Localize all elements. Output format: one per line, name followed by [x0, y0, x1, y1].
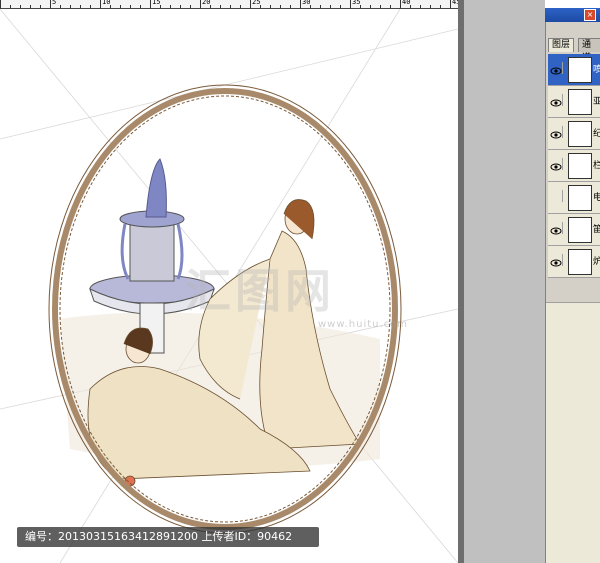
ruler-tick — [20, 5, 21, 8]
ruler-tick — [140, 5, 141, 8]
layer-name: 喷 — [593, 65, 600, 75]
panel-tabs: 图层 通道 — [546, 38, 600, 63]
ruler-number: 35 — [352, 0, 361, 6]
eye-icon[interactable] — [550, 126, 563, 139]
ruler-tick — [380, 5, 381, 8]
ruler-tick — [40, 5, 41, 8]
ruler-tick — [170, 5, 171, 8]
ruler-tick — [100, 0, 101, 8]
ruler-tick — [300, 0, 301, 8]
layer-row[interactable]: 纪 — [548, 118, 600, 150]
ruler-tick — [60, 5, 61, 8]
ruler-number: 15 — [152, 0, 161, 6]
eye-icon[interactable] — [550, 94, 563, 107]
layer-row[interactable]: 亚 — [548, 86, 600, 118]
ruler-tick — [400, 0, 401, 8]
layer-thumbnail — [568, 57, 592, 83]
ruler-tick — [30, 5, 31, 8]
ruler-tick — [240, 5, 241, 8]
ruler-tick — [270, 5, 271, 8]
eye-icon[interactable] — [550, 254, 563, 267]
layer-name: 炉 — [593, 257, 600, 267]
ruler-tick — [150, 0, 151, 8]
eye-icon[interactable] — [550, 158, 563, 171]
ruler-tick — [130, 5, 131, 8]
ruler-tick — [450, 0, 451, 8]
ruler-tick — [10, 5, 11, 8]
layer-row[interactable]: 喷 — [548, 54, 600, 86]
ruler-tick — [220, 5, 221, 8]
ruler-number: 25 — [252, 0, 261, 6]
ruler-tick — [70, 5, 71, 8]
layer-thumbnail — [568, 249, 592, 275]
layer-list-empty-area — [546, 302, 600, 563]
ruler-number: 20 — [202, 0, 211, 6]
layer-row[interactable]: 笛 — [548, 214, 600, 246]
ruler-tick — [330, 5, 331, 8]
ruler-tick — [200, 0, 201, 8]
ruler-tick — [440, 5, 441, 8]
layer-thumbnail — [568, 121, 592, 147]
ruler-tick — [80, 5, 81, 8]
tab-channels[interactable]: 通道 — [578, 38, 600, 63]
layer-name: 亚 — [593, 97, 600, 107]
document-canvas[interactable]: 汇图网 www.huitu.com — [0, 9, 458, 563]
layer-row[interactable]: 栏 — [548, 150, 600, 182]
ruler-tick — [340, 5, 341, 8]
ruler-tick — [50, 0, 51, 8]
watermark-url: www.huitu.com — [318, 319, 409, 330]
workspace-background — [464, 0, 545, 563]
ruler-tick — [370, 5, 371, 8]
layer-thumbnail — [568, 185, 592, 211]
tab-layers[interactable]: 图层 — [548, 38, 575, 52]
ruler-tick — [250, 0, 251, 8]
ruler-number: 30 — [302, 0, 311, 6]
ruler-number: 40 — [402, 0, 411, 6]
ruler-tick — [350, 0, 351, 8]
ruler-tick — [320, 5, 321, 8]
watermark-logo: 汇图网 — [185, 264, 335, 318]
ruler-tick — [280, 5, 281, 8]
eye-icon[interactable] — [550, 190, 563, 202]
close-icon[interactable]: × — [584, 9, 596, 21]
layer-name: 笛 — [593, 225, 600, 235]
ruler-tick — [430, 5, 431, 8]
ruler-tick — [90, 5, 91, 8]
layer-thumbnail — [568, 217, 592, 243]
ruler-tick — [0, 0, 1, 8]
layers-panel: 图层 通道 喷亚纪栏电笛炉 — [545, 22, 600, 563]
ruler-tick — [230, 5, 231, 8]
ruler-tick — [420, 5, 421, 8]
ruler-number: 10 — [102, 0, 111, 6]
ruler-tick — [190, 5, 191, 8]
eye-icon[interactable] — [550, 222, 563, 235]
ruler-number: 5 — [52, 0, 57, 6]
eye-icon[interactable] — [550, 62, 563, 75]
ruler-tick — [290, 5, 291, 8]
layer-name: 栏 — [593, 161, 600, 171]
watermark-caption: 编号：20130315163412891200 上传者ID：90462 — [17, 527, 319, 547]
layer-row[interactable]: 炉 — [548, 246, 600, 278]
horizontal-ruler[interactable]: 5 10 15 20 25 30 35 40 45 — [0, 0, 462, 9]
layer-thumbnail — [568, 89, 592, 115]
ruler-tick — [180, 5, 181, 8]
layer-list: 喷亚纪栏电笛炉 — [548, 54, 600, 278]
ruler-tick — [120, 5, 121, 8]
ruler-tick — [390, 5, 391, 8]
layer-name: 电 — [593, 193, 600, 203]
layer-thumbnail — [568, 153, 592, 179]
layer-row[interactable]: 电 — [548, 182, 600, 214]
panel-titlebar[interactable]: × — [545, 8, 600, 22]
layer-name: 纪 — [593, 129, 600, 139]
